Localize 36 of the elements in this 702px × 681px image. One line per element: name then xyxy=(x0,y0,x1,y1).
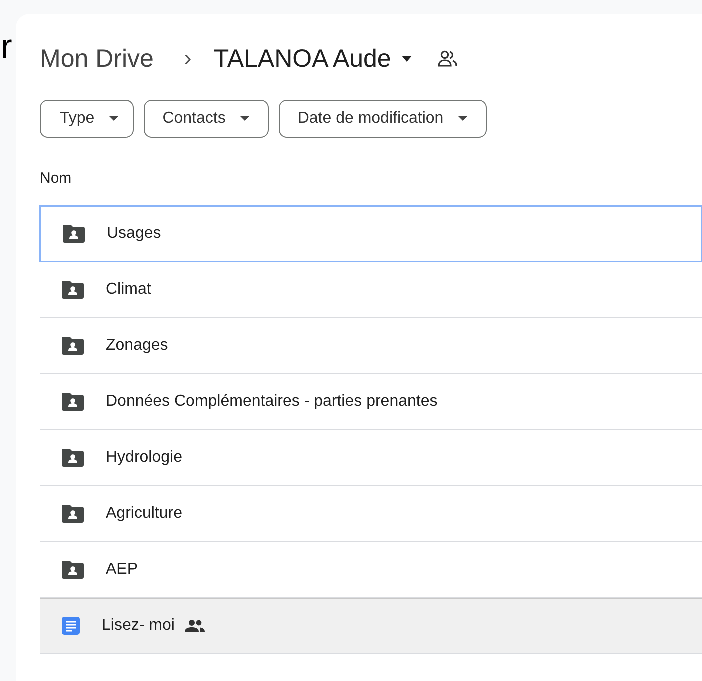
caret-icon xyxy=(401,55,414,63)
shared-folder-icon xyxy=(62,392,84,410)
file-name: Climat xyxy=(106,280,152,298)
caret-icon xyxy=(458,116,468,122)
breadcrumb-link[interactable]: Mon Drive xyxy=(40,44,154,74)
file-row[interactable]: Agriculture xyxy=(40,486,702,542)
column-header[interactable]: Nom xyxy=(40,170,80,200)
filter-chip[interactable]: Contacts xyxy=(144,100,269,138)
shared-folder-icon xyxy=(62,560,84,578)
file-row[interactable]: Hydrologie xyxy=(40,430,702,486)
folder-title-button[interactable]: TALANOA Aude xyxy=(214,44,414,74)
document-icon xyxy=(62,617,80,635)
cropped-text: r xyxy=(1,28,12,67)
file-name: Données Complémentaires - parties prenantes xyxy=(106,392,438,410)
shared-folder-icon xyxy=(62,336,84,354)
file-row[interactable]: Climat xyxy=(40,262,702,318)
file-row[interactable]: Lisez- moi xyxy=(40,598,702,654)
people-icon[interactable] xyxy=(437,50,460,68)
caret-icon xyxy=(240,116,250,122)
shared-folder-icon xyxy=(62,280,84,298)
file-name: Agriculture xyxy=(106,504,182,522)
file-name: Hydrologie xyxy=(106,448,182,466)
filter-chip[interactable]: Type xyxy=(40,100,134,138)
file-name: Zonages xyxy=(106,336,168,354)
file-name: AEP xyxy=(106,560,138,578)
file-row[interactable]: Zonages xyxy=(40,318,702,374)
file-name: Usages xyxy=(107,225,162,243)
filter-chip[interactable]: Date de modification xyxy=(278,100,487,138)
file-row[interactable]: Usages xyxy=(40,206,702,262)
shared-folder-icon xyxy=(62,504,84,522)
file-name: Lisez- moi xyxy=(102,617,175,635)
breadcrumb-separator: › xyxy=(184,45,192,73)
file-row[interactable]: Données Complémentaires - parties prenantes xyxy=(40,374,702,430)
caret-icon xyxy=(108,116,119,122)
shared-folder-icon xyxy=(63,225,85,243)
shared-folder-icon xyxy=(62,448,84,466)
